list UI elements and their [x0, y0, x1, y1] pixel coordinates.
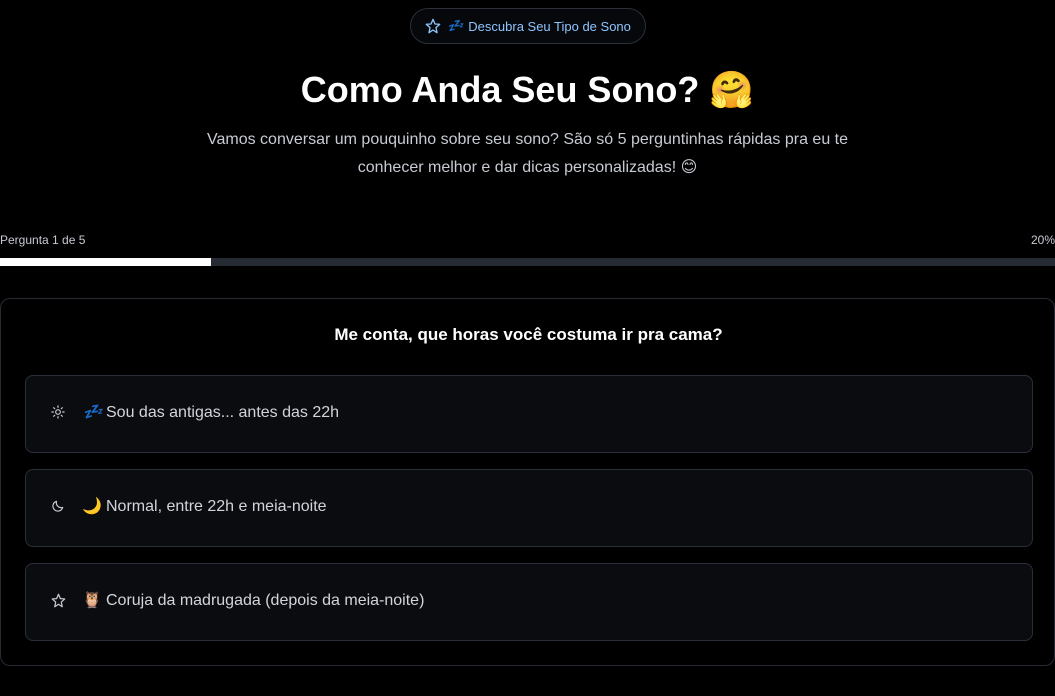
star-icon: [425, 18, 441, 34]
star-icon: [50, 592, 66, 608]
progress-bar: [0, 258, 1055, 266]
subtitle-line-2: conhecer melhor e dar dicas personalizad…: [357, 159, 698, 176]
option-label: Normal, entre 22h e meia-noite: [106, 498, 327, 515]
page-title: Como Anda Seu Sono? 🤗: [0, 66, 1055, 114]
title-text: Como Anda Seu Sono?: [300, 69, 700, 110]
sleep-emoji: 💤: [82, 404, 103, 421]
option-before-22h[interactable]: 💤 Sou das antigas... antes das 22h: [25, 375, 1033, 453]
crescent-moon-emoji: 🌙: [82, 498, 102, 515]
sleep-emoji: 💤: [447, 18, 463, 33]
badge-label: Descubra Seu Tipo de Sono: [468, 18, 631, 34]
option-label: Coruja da madrugada (depois da meia-noit…: [106, 592, 425, 609]
option-after-midnight[interactable]: 🦉 Coruja da madrugada (depois da meia-no…: [25, 563, 1033, 641]
option-22h-to-midnight[interactable]: 🌙 Normal, entre 22h e meia-noite: [25, 469, 1033, 547]
hugging-face-emoji: 🤗: [709, 69, 755, 110]
question-text: Me conta, que horas você costuma ir pra …: [334, 325, 723, 344]
owl-emoji: 🦉: [82, 592, 102, 609]
page-subtitle: Vamos conversar um pouquinho sobre seu s…: [180, 126, 875, 182]
quiz-badge: 💤 Descubra Seu Tipo de Sono: [410, 8, 646, 44]
progress-info: Pergunta 1 de 5 20%: [0, 232, 1055, 250]
question-card: Me conta, que horas você costuma ir pra …: [0, 298, 1055, 666]
moon-icon: [50, 498, 66, 514]
progress-bar-fill: [0, 258, 211, 266]
progress-percent: 20%: [1030, 233, 1055, 247]
subtitle-line-1: Vamos conversar um pouquinho sobre seu s…: [207, 131, 848, 148]
option-label: Sou das antigas... antes das 22h: [106, 404, 340, 421]
sun-icon: [50, 404, 66, 420]
progress-label: Pergunta 1 de 5: [0, 233, 86, 247]
page: 💤 Descubra Seu Tipo de Sono Como Anda Se…: [0, 0, 1055, 696]
